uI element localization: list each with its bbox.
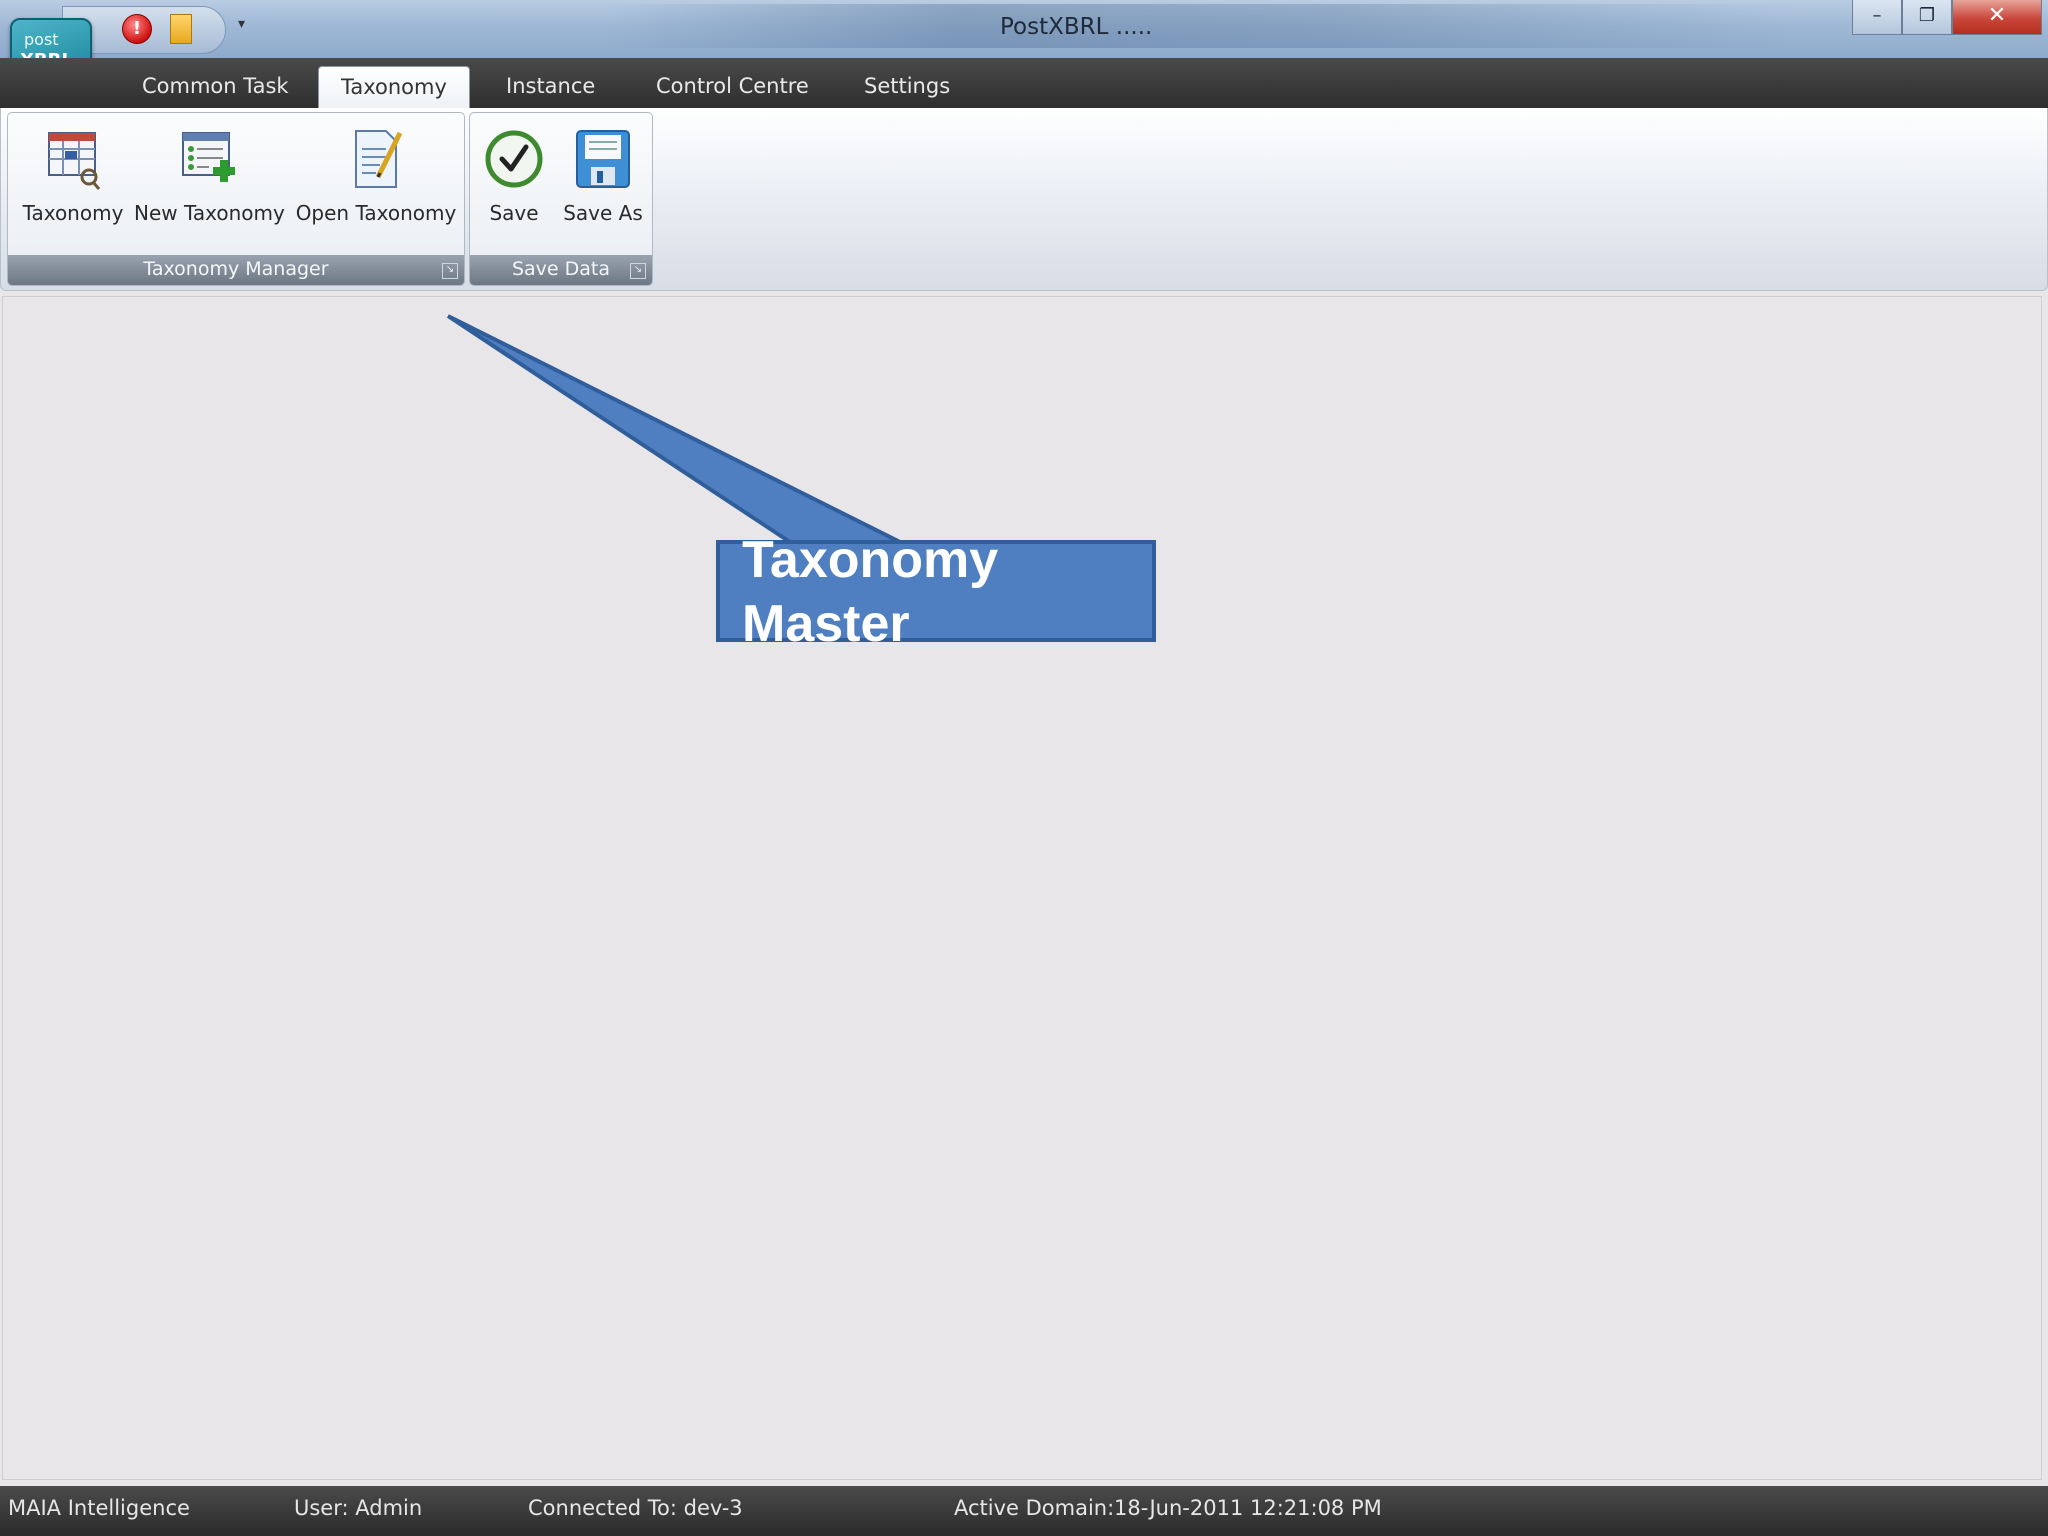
- status-bar: MAIA Intelligence User: Admin Connected …: [0, 1486, 2048, 1536]
- callout-shape: [446, 314, 1156, 642]
- callout-text: Taxonomy Master: [742, 531, 999, 653]
- status-active-domain: Active Domain:: [954, 1496, 1115, 1520]
- status-user: User: Admin: [294, 1496, 423, 1520]
- status-datetime: 18-Jun-2011 12:21:08 PM: [1114, 1496, 1382, 1520]
- status-company: MAIA Intelligence: [8, 1496, 190, 1520]
- status-connection: Connected To: dev-3: [528, 1496, 743, 1520]
